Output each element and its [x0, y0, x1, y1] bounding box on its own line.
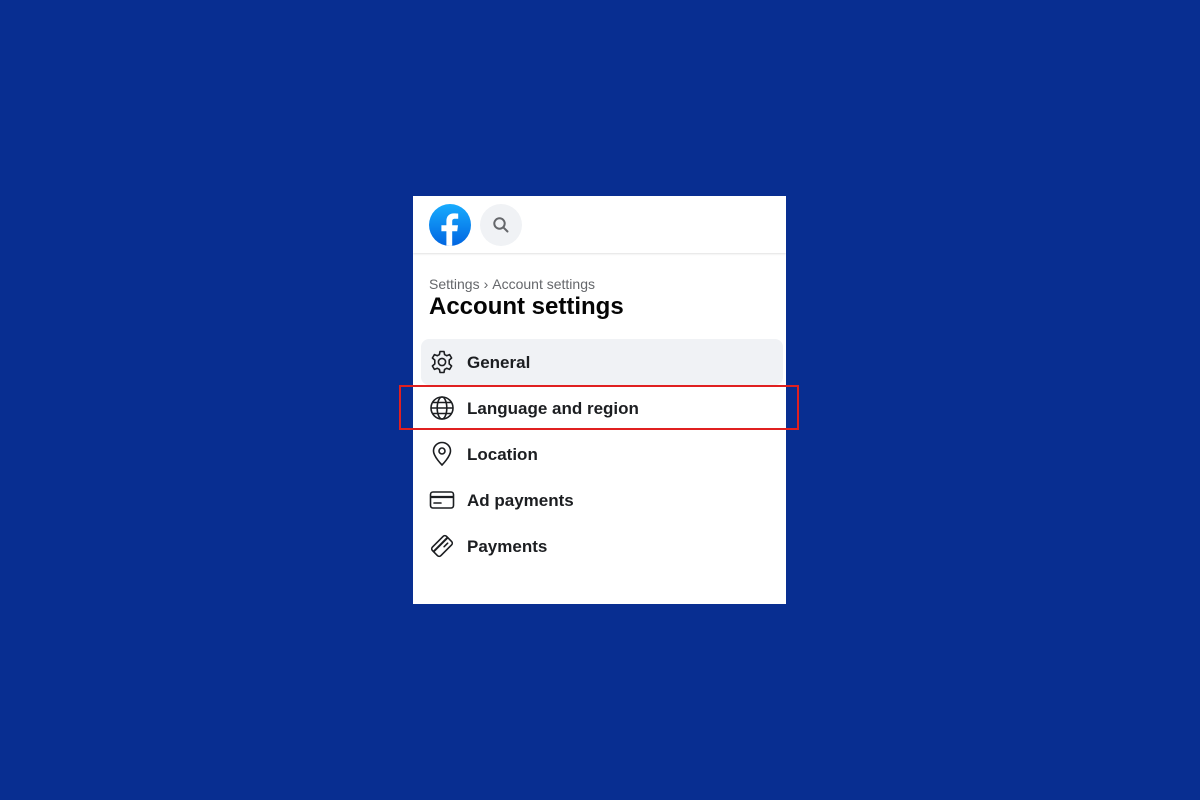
search-button[interactable]	[480, 204, 522, 246]
credit-card-icon	[429, 491, 455, 509]
menu-item-general[interactable]: General	[421, 339, 783, 385]
gear-icon	[431, 350, 453, 374]
location-pin-icon	[432, 441, 452, 466]
breadcrumb-settings[interactable]: Settings	[429, 276, 480, 292]
breadcrumb: Settings › Account settings	[429, 276, 595, 292]
top-bar	[413, 196, 786, 253]
menu-item-label: Ad payments	[467, 491, 574, 510]
search-icon	[493, 217, 509, 233]
breadcrumb-current: Account settings	[492, 276, 595, 292]
settings-menu: General Language and region Location Ad …	[421, 339, 783, 569]
menu-item-ad-payments[interactable]: Ad payments	[421, 477, 783, 523]
breadcrumb-separator: ›	[483, 276, 489, 292]
payment-card-icon	[430, 534, 454, 558]
facebook-logo-icon[interactable]	[429, 204, 471, 246]
account-settings-panel: Settings › Account settings Account settin…	[413, 196, 786, 604]
menu-item-language-and-region[interactable]: Language and region	[421, 385, 783, 431]
menu-item-payments[interactable]: Payments	[421, 523, 783, 569]
menu-item-label: Payments	[467, 537, 548, 556]
page-title: Account settings	[429, 293, 624, 320]
menu-item-label: General	[467, 353, 531, 372]
globe-icon	[430, 396, 454, 420]
menu-item-label: Location	[467, 445, 538, 464]
menu-item-label: Language and region	[467, 399, 639, 418]
menu-item-location[interactable]: Location	[421, 431, 783, 477]
